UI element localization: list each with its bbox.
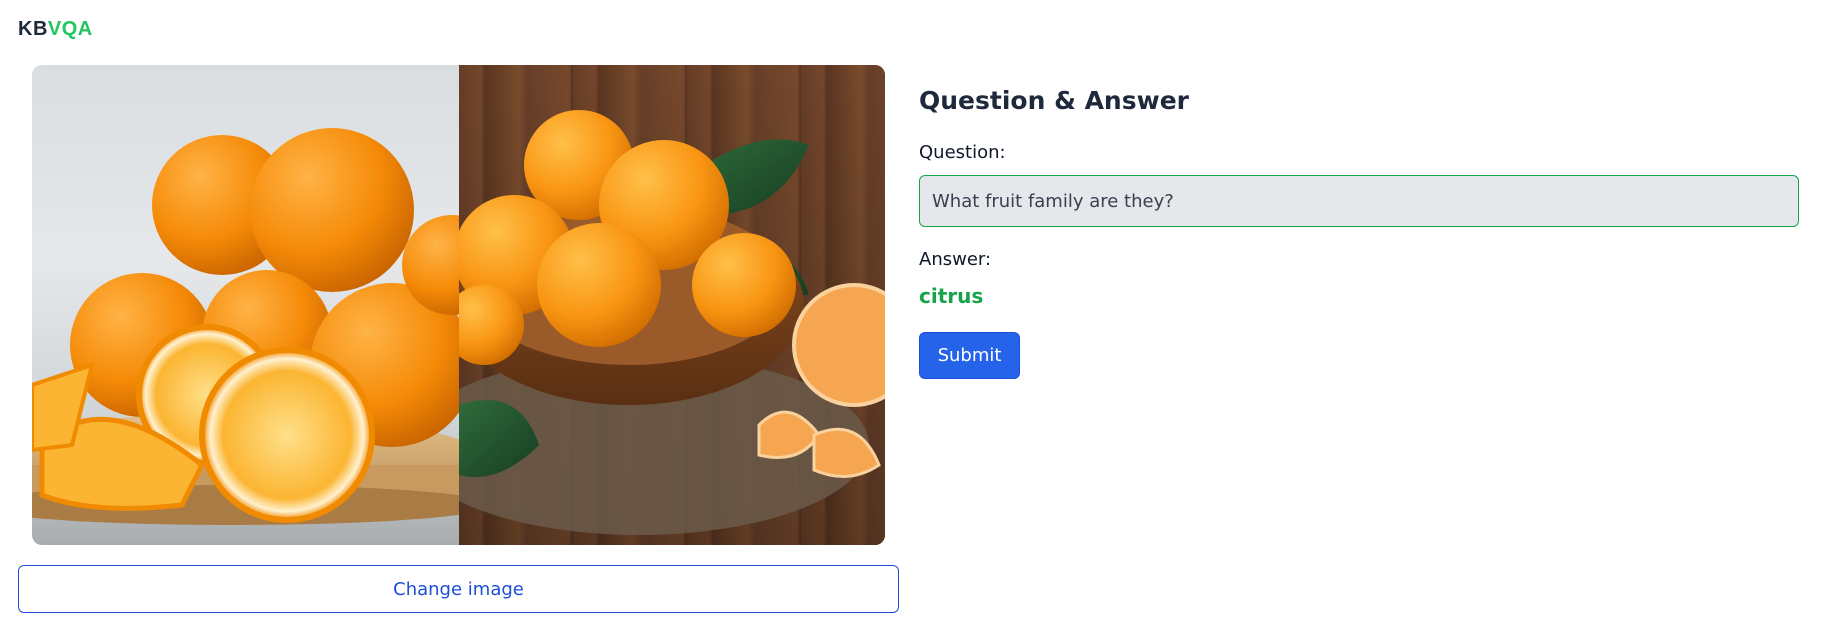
answer-value: citrus xyxy=(919,284,984,308)
mandarins-photo xyxy=(459,65,885,545)
change-image-button[interactable]: Change image xyxy=(18,565,899,613)
question-label: Question: xyxy=(919,142,1006,163)
oranges-photo xyxy=(32,65,459,545)
app-root: KBVQA Change image Question & Answer Que… xyxy=(0,0,1843,637)
answer-label: Answer: xyxy=(919,249,992,270)
uploaded-image xyxy=(32,65,885,545)
qa-title: Question & Answer xyxy=(919,86,1189,115)
app-logo[interactable]: KBVQA xyxy=(18,18,93,41)
logo-part-vqa: VQA xyxy=(47,18,93,40)
question-input[interactable] xyxy=(919,175,1799,227)
logo-part-kb: KB xyxy=(18,18,48,40)
submit-button[interactable]: Submit xyxy=(919,332,1020,379)
